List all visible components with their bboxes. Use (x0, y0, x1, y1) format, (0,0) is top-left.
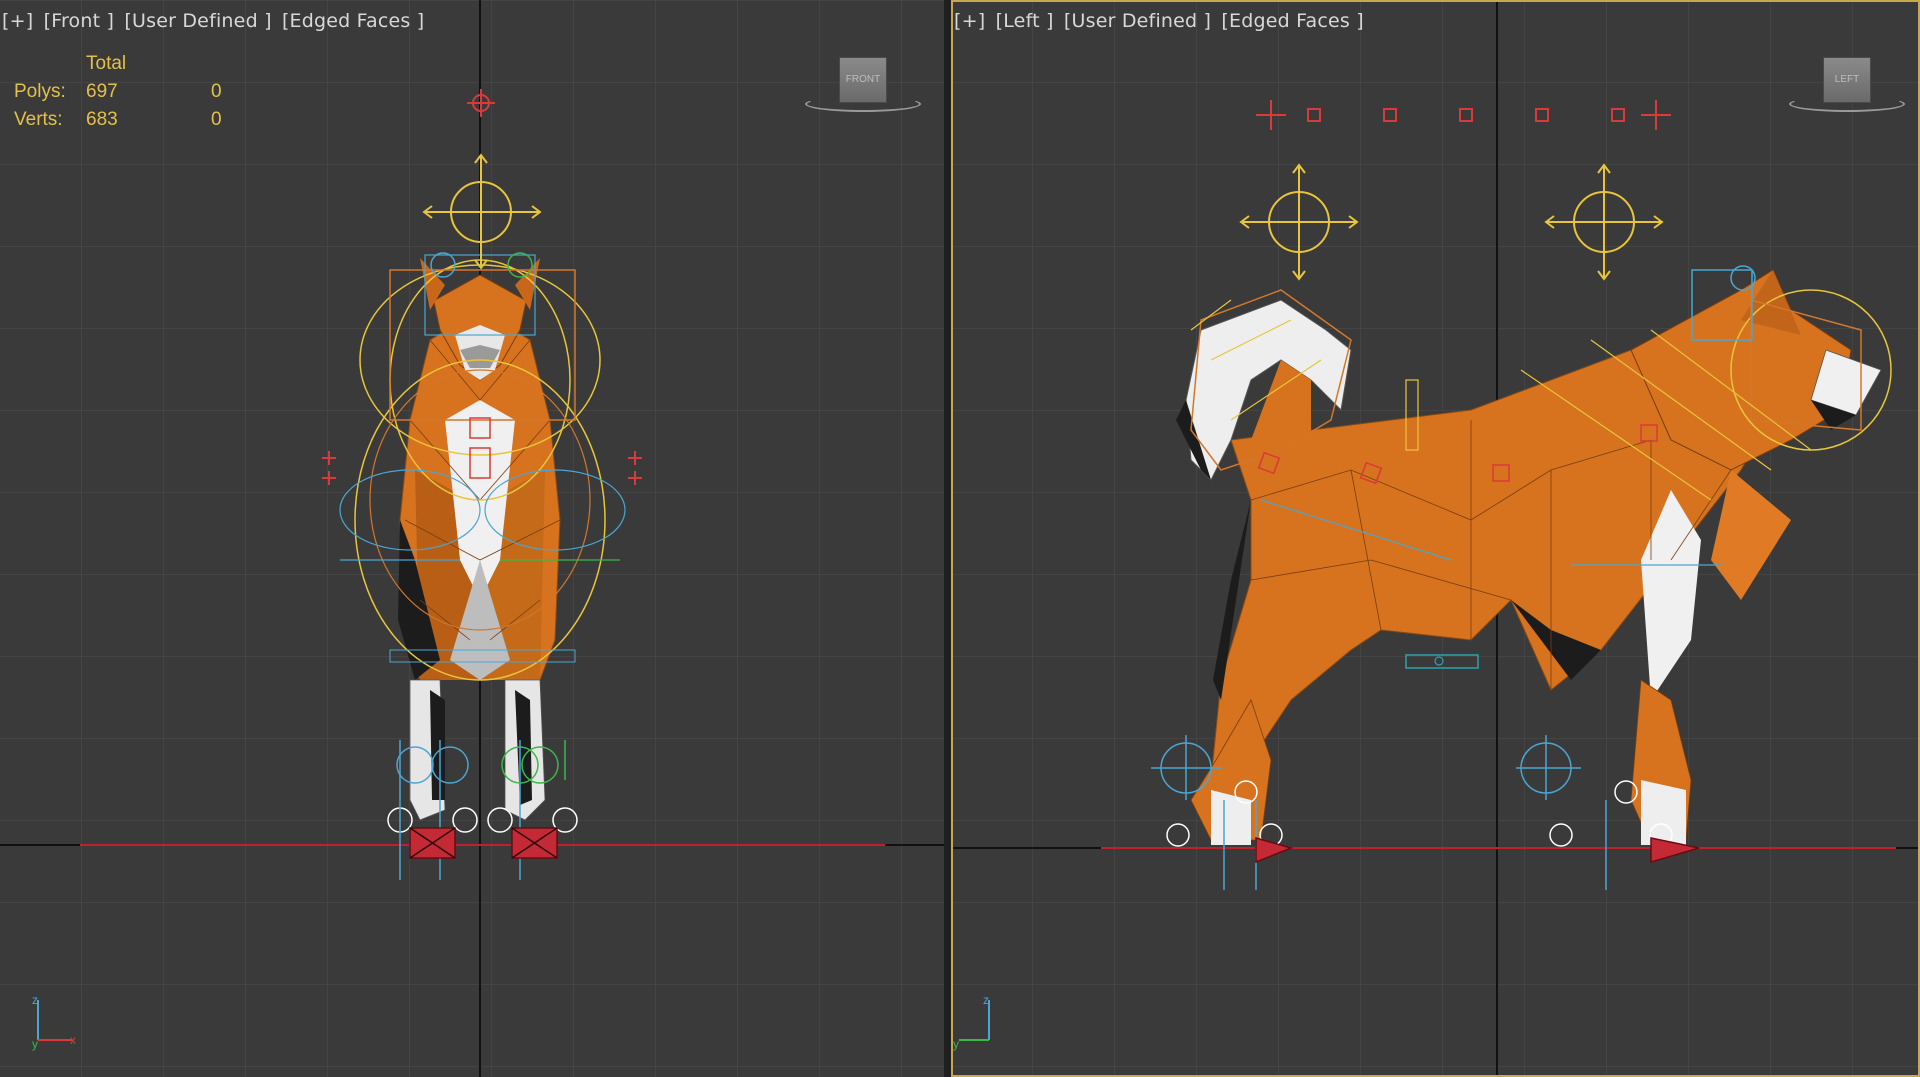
viewport-shading-menu[interactable]: [Edged Faces ] (1221, 10, 1363, 32)
polys-label: Polys: (14, 81, 66, 102)
axis-z-label: z (983, 993, 989, 1007)
viewport-shading-menu[interactable]: [Edged Faces ] (282, 10, 424, 32)
polys-selected: 0 (211, 81, 222, 102)
viewport-view-menu[interactable]: [Left ] (996, 10, 1054, 32)
viewport-menu-plus[interactable]: [+] (2, 10, 33, 32)
viewport-camera-menu[interactable]: [User Defined ] (1064, 10, 1211, 32)
viewport-camera-menu[interactable]: [User Defined ] (124, 10, 271, 32)
viewport-menu-plus[interactable]: [+] (954, 10, 985, 32)
left-viewport[interactable]: z y [+] [Left ] [User Defined ] [Edged F… (951, 0, 1920, 1077)
left-viewport-scene[interactable]: z y (951, 0, 1920, 1077)
front-viewport[interactable]: z y x [+] [Front ] [User Defined ] [Edge… (0, 0, 944, 1077)
axis-y-label: y (32, 1037, 38, 1051)
stats-header: Total (86, 53, 127, 74)
front-viewport-scene[interactable]: z y x (0, 0, 944, 1077)
axis-z-label: z (32, 993, 38, 1007)
axis-x-label: x (70, 1033, 76, 1047)
polys-total: 697 (86, 81, 118, 102)
viewport-view-menu[interactable]: [Front ] (44, 10, 115, 32)
verts-total: 683 (86, 109, 118, 130)
viewcube-ring-front[interactable] (805, 96, 921, 112)
viewport-divider[interactable] (944, 0, 951, 1077)
front-viewport-label[interactable]: [+] [Front ] [User Defined ] [Edged Face… (2, 10, 428, 32)
viewcube-ring-left[interactable] (1789, 96, 1905, 112)
left-viewport-label[interactable]: [+] [Left ] [User Defined ] [Edged Faces… (954, 10, 1368, 32)
scene-statistics: Total Polys: 697 0 Verts: 683 0 (14, 50, 222, 134)
verts-selected: 0 (211, 109, 222, 130)
axis-y-label: y (953, 1037, 959, 1051)
verts-label: Verts: (14, 109, 63, 130)
